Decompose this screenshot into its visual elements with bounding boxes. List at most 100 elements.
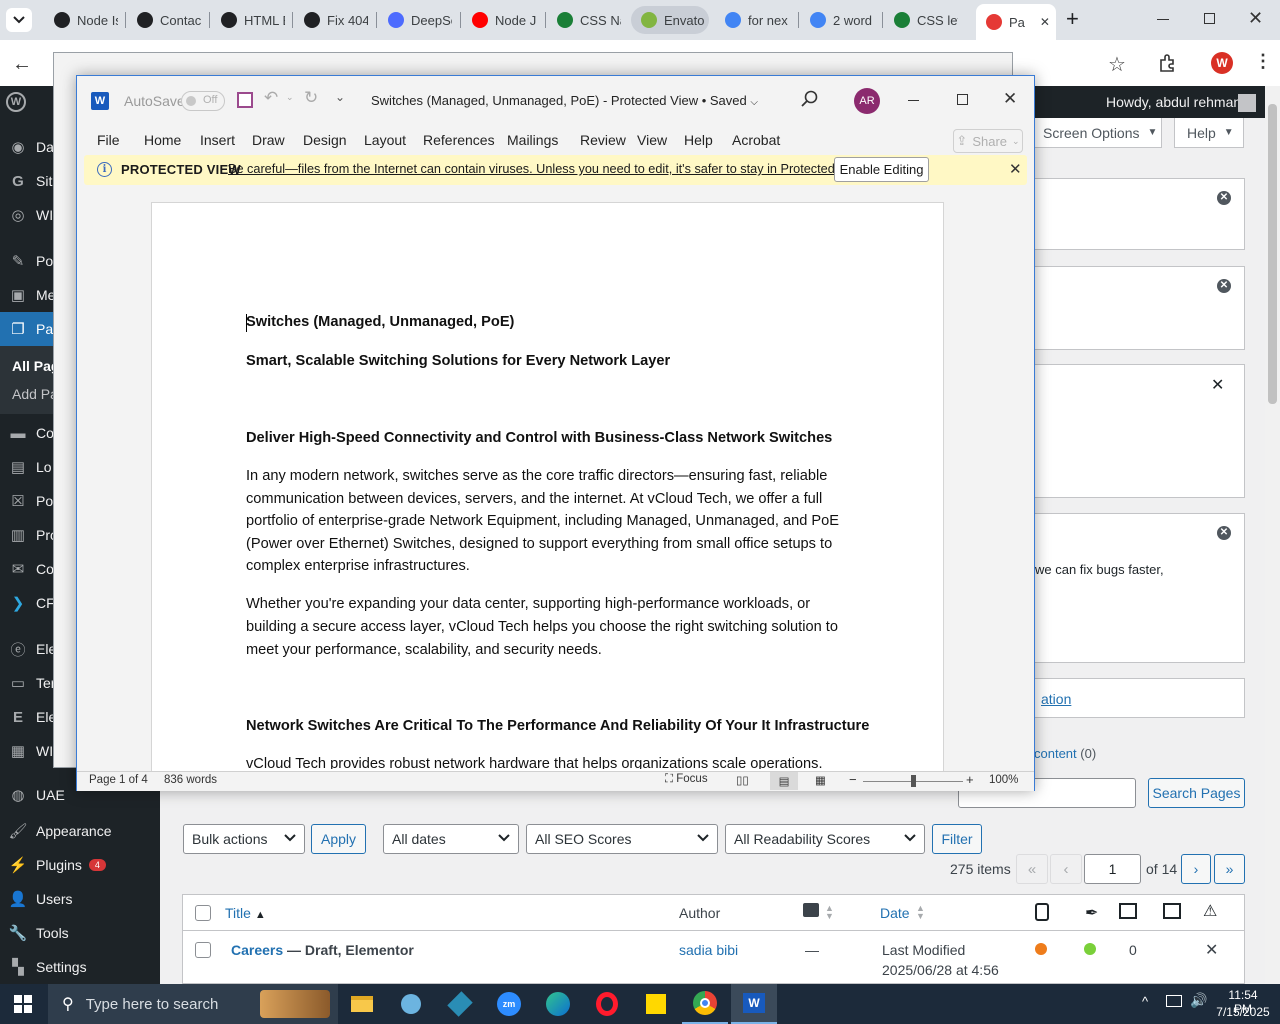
sidebar-item-tools[interactable]: 🔧 Tools bbox=[0, 916, 160, 950]
ribbon-tab-acrobat[interactable]: Acrobat bbox=[732, 132, 780, 148]
ribbon-tab-insert[interactable]: Insert bbox=[200, 132, 235, 148]
content-filter-link[interactable]: content bbox=[1034, 746, 1077, 761]
select-all-checkbox[interactable] bbox=[195, 905, 211, 921]
browser-tab[interactable]: DeepSe bbox=[378, 6, 452, 34]
read-mode-icon[interactable]: ▯▯ bbox=[736, 773, 749, 787]
zoom-app-icon[interactable]: zm bbox=[486, 984, 532, 1024]
tray-chevron-up-icon[interactable]: ^ bbox=[1142, 994, 1148, 1009]
help-button[interactable]: Help ▼ bbox=[1174, 118, 1244, 148]
autosave-toggle[interactable]: Off bbox=[181, 91, 225, 111]
sidebar-item-users[interactable]: 👤 Users bbox=[0, 882, 160, 916]
zoom-slider-thumb[interactable] bbox=[911, 775, 916, 787]
row-author[interactable]: sadia bibi bbox=[679, 942, 738, 958]
ribbon-tab-home[interactable]: Home bbox=[144, 132, 181, 148]
seo-score-icon[interactable] bbox=[1035, 903, 1049, 921]
taskbar-date[interactable]: 7/15/2025 bbox=[1214, 1005, 1272, 1019]
browser-tab[interactable]: for nex bbox=[715, 6, 789, 34]
row-checkbox[interactable] bbox=[195, 942, 211, 958]
focus-button[interactable]: ⛶ Focus bbox=[665, 773, 708, 786]
sidebar-item-plugins[interactable]: ⚡ Plugins 4 bbox=[0, 848, 160, 882]
screen-options-button[interactable]: Screen Options ▼ bbox=[1034, 118, 1162, 148]
next-page-button[interactable]: › bbox=[1181, 854, 1211, 884]
search-pages-button[interactable]: Search Pages bbox=[1148, 778, 1245, 808]
chrome-icon[interactable] bbox=[682, 984, 728, 1024]
page-scrollbar[interactable] bbox=[1265, 86, 1280, 984]
dismiss-icon[interactable]: ✕ bbox=[1217, 526, 1231, 540]
ribbon-tab-mailings[interactable]: Mailings bbox=[507, 132, 558, 148]
zoom-out-icon[interactable]: − bbox=[849, 772, 857, 787]
comment-bubble-icon[interactable] bbox=[803, 903, 819, 917]
browser-tab[interactable]: 2 word bbox=[800, 6, 874, 34]
dismiss-icon[interactable]: ✕ bbox=[1217, 191, 1231, 205]
browser-tab[interactable]: Contac bbox=[127, 6, 201, 34]
web-layout-icon[interactable]: ▦ bbox=[815, 773, 826, 787]
seo-scores-select[interactable]: All SEO Scores bbox=[526, 824, 718, 854]
document-title[interactable]: Switches (Managed, Unmanaged, PoE) - Pro… bbox=[371, 93, 758, 108]
word-taskbar-icon[interactable]: W bbox=[731, 984, 777, 1024]
zoom-level[interactable]: 100% bbox=[989, 774, 1018, 786]
dates-select[interactable]: All dates bbox=[383, 824, 519, 854]
protected-view-message-link[interactable]: Be careful—files from the Internet can c… bbox=[228, 162, 868, 176]
undo-icon[interactable]: ↶ bbox=[264, 88, 278, 108]
edge-icon[interactable] bbox=[535, 984, 581, 1024]
file-explorer-icon[interactable] bbox=[339, 984, 385, 1024]
browser-tab[interactable]: Pa ✕ bbox=[976, 4, 1056, 40]
minimize-icon[interactable] bbox=[908, 100, 919, 101]
filter-button[interactable]: Filter bbox=[932, 824, 982, 854]
close-bar-icon[interactable]: ✕ bbox=[1009, 160, 1022, 178]
readability-select[interactable]: All Readability Scores bbox=[725, 824, 925, 854]
submenu-add-page[interactable]: Add Pa bbox=[12, 386, 58, 402]
app-icon-2[interactable] bbox=[437, 984, 483, 1024]
row-x-icon[interactable]: ✕ bbox=[1205, 940, 1218, 960]
dismiss-icon[interactable]: ✕ bbox=[1217, 279, 1231, 293]
browser-tab[interactable]: CSS Na bbox=[547, 6, 621, 34]
apply-button[interactable]: Apply bbox=[311, 824, 366, 854]
browser-tab[interactable]: Node J bbox=[462, 6, 536, 34]
browser-tab[interactable]: HTML Ele bbox=[211, 6, 285, 34]
date-column-header[interactable]: Date bbox=[880, 905, 910, 921]
outgoing-links-icon[interactable] bbox=[1119, 903, 1137, 919]
new-tab-button[interactable]: + bbox=[1066, 8, 1086, 30]
ribbon-tab-view[interactable]: View bbox=[637, 132, 667, 148]
incoming-links-icon[interactable] bbox=[1163, 903, 1181, 919]
notice-link[interactable]: ation bbox=[1041, 691, 1071, 707]
close-tab-icon[interactable]: ✕ bbox=[1040, 15, 1050, 29]
ribbon-tab-references[interactable]: References bbox=[423, 132, 495, 148]
windows-start-button[interactable] bbox=[0, 984, 46, 1024]
ribbon-tab-review[interactable]: Review bbox=[580, 132, 626, 148]
bookmark-star-icon[interactable]: ☆ bbox=[1108, 52, 1126, 77]
customize-toolbar-icon[interactable]: ⌄ bbox=[335, 90, 345, 104]
close-icon[interactable]: ✕ bbox=[1211, 375, 1224, 395]
extensions-icon[interactable] bbox=[1158, 53, 1178, 73]
browser-tab[interactable]: Fix 404 bbox=[294, 6, 368, 34]
save-icon[interactable] bbox=[237, 92, 253, 108]
close-icon[interactable]: ✕ bbox=[1003, 89, 1017, 109]
ribbon-tab-file[interactable]: File bbox=[97, 132, 120, 148]
howdy-user-link[interactable]: Howdy, abdul rehman bbox=[1106, 94, 1241, 110]
zoom-in-icon[interactable]: + bbox=[966, 772, 974, 787]
browser-tab[interactable]: Envato bbox=[631, 6, 709, 34]
current-page-input[interactable]: 1 bbox=[1084, 854, 1141, 884]
maximize-icon[interactable] bbox=[957, 94, 968, 105]
readability-feather-icon[interactable]: ✒ bbox=[1085, 903, 1098, 923]
minimize-icon[interactable] bbox=[1157, 19, 1169, 20]
close-window-icon[interactable]: ✕ bbox=[1248, 8, 1263, 29]
ribbon-tab-help[interactable]: Help bbox=[684, 132, 713, 148]
network-icon[interactable] bbox=[1166, 995, 1182, 1007]
warning-icon[interactable]: ⚠ bbox=[1203, 901, 1217, 921]
ribbon-tab-draw[interactable]: Draw bbox=[252, 132, 285, 148]
undo-dropdown-icon[interactable]: ⌄ bbox=[286, 92, 294, 103]
browser-menu-icon[interactable]: ⋮ bbox=[1254, 51, 1272, 72]
account-avatar[interactable]: AR bbox=[854, 88, 880, 114]
scrollbar-thumb[interactable] bbox=[1268, 104, 1277, 404]
bulk-actions-select[interactable]: Bulk actions bbox=[183, 824, 305, 854]
last-page-button[interactable]: » bbox=[1214, 854, 1245, 884]
taskbar-search-box[interactable]: ⚲ Type here to search bbox=[48, 984, 338, 1024]
profile-avatar[interactable]: W bbox=[1211, 52, 1233, 74]
word-count[interactable]: 836 words bbox=[164, 774, 217, 786]
browser-tab[interactable]: CSS let bbox=[884, 6, 958, 34]
volume-icon[interactable]: 🔊 bbox=[1190, 992, 1207, 1009]
restore-icon[interactable] bbox=[1204, 13, 1215, 24]
tab-search-button[interactable] bbox=[6, 8, 32, 32]
sticky-notes-icon[interactable] bbox=[633, 984, 679, 1024]
